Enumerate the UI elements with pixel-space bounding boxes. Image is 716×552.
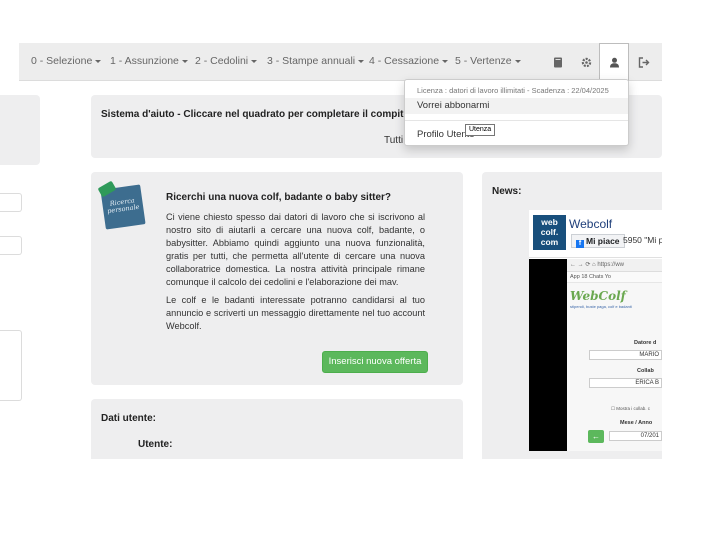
caret-down-icon <box>442 59 449 63</box>
fb-page-name[interactable]: Webcolf <box>569 217 612 231</box>
caret-down-icon <box>514 59 521 63</box>
user-label: Utente: <box>138 439 173 450</box>
left-input[interactable] <box>0 236 22 255</box>
help-filter-label[interactable]: Tutti <box>384 135 403 146</box>
divider <box>405 120 628 121</box>
license-info: Licenza : datori di lavoro illimitati - … <box>417 86 609 95</box>
menu-cedolini[interactable]: 2 - Cedolini <box>195 55 258 67</box>
insert-offer-button[interactable]: Inserisci nuova offerta <box>322 351 428 373</box>
promo-panel: Ricerca personale Ricerchi una nuova col… <box>91 172 463 385</box>
webcolf-tagline: stipendi, buste paga, colf e badanti <box>570 304 632 309</box>
help-title: Sistema d'aiuto - Cliccare nel quadrato … <box>101 109 413 120</box>
menu-cessazione[interactable]: 4 - Cessazione <box>369 55 449 67</box>
caret-down-icon <box>358 59 365 63</box>
user-panel-title: Dati utente: <box>101 413 156 424</box>
video-frame[interactable]: ← → ⟳ ⌂ https://ww App 18 Chats Yo WebCo… <box>567 259 662 451</box>
video-letterbox <box>529 259 567 451</box>
menu-selezione[interactable]: 0 - Selezione <box>31 55 102 67</box>
promo-title: Ricerchi una nuova colf, badante o baby … <box>166 192 392 203</box>
facebook-icon: f <box>576 240 584 248</box>
fb-like-button[interactable]: f Mi piace <box>571 234 625 248</box>
logout-icon[interactable] <box>629 43 659 81</box>
mini-label: Datore d <box>634 340 657 346</box>
top-navbar: 0 - Selezione 1 - Assunzione 2 - Cedolin… <box>19 43 662 81</box>
caret-down-icon <box>95 59 102 63</box>
tooltip: Utenza <box>465 124 496 136</box>
user-dropdown-menu: Licenza : datori di lavoro illimitati - … <box>404 79 629 146</box>
subscribe-menu-item[interactable]: Vorrei abbonarmi <box>405 98 628 114</box>
promo-paragraph: Le colf e le badanti interessate potrann… <box>166 295 425 331</box>
fb-header: web colf. com Webcolf f Mi piace 5950 "Mi… <box>529 210 662 258</box>
mini-checkbox: ☐ Mostra i collab. c <box>611 406 651 411</box>
webcolf-brand: WebColf <box>570 289 626 303</box>
mini-label: Collab <box>637 368 654 374</box>
menu-stampe-annuali[interactable]: 3 - Stampe annuali <box>267 55 365 67</box>
user-icon[interactable] <box>599 43 629 81</box>
left-panel <box>0 95 40 165</box>
mini-label: Mese / Anno <box>620 420 653 426</box>
browser-url: https://ww <box>597 262 625 268</box>
caret-down-icon <box>181 59 188 63</box>
promo-paragraph: Ci viene chiesto spesso dai datori di la… <box>166 212 425 287</box>
news-title: News: <box>492 186 522 197</box>
mini-field: MARIO <box>589 350 662 360</box>
left-textarea[interactable] <box>0 330 22 401</box>
left-input[interactable] <box>0 193 22 212</box>
mini-field: ERICA B <box>589 378 662 388</box>
browser-bar: ← → ⟳ ⌂ https://ww <box>567 259 662 272</box>
menu-vertenze[interactable]: 5 - Vertenze <box>455 55 521 67</box>
caret-down-icon <box>251 59 258 63</box>
fb-fans-count: 5950 "Mi pi <box>623 235 662 245</box>
mini-field: 07/201 <box>609 431 662 441</box>
webcolf-logo[interactable]: web colf. com <box>533 215 566 250</box>
gear-icon[interactable] <box>571 43 601 81</box>
menu-assunzione[interactable]: 1 - Assunzione <box>110 55 188 67</box>
facebook-embed[interactable]: web colf. com Webcolf f Mi piace 5950 "Mi… <box>529 210 662 451</box>
book-icon[interactable] <box>543 43 573 81</box>
back-arrow-icon: ← <box>588 430 604 443</box>
bookmark-bar: App 18 Chats Yo <box>567 272 662 283</box>
user-panel: Dati utente: Utente: <box>91 399 463 459</box>
